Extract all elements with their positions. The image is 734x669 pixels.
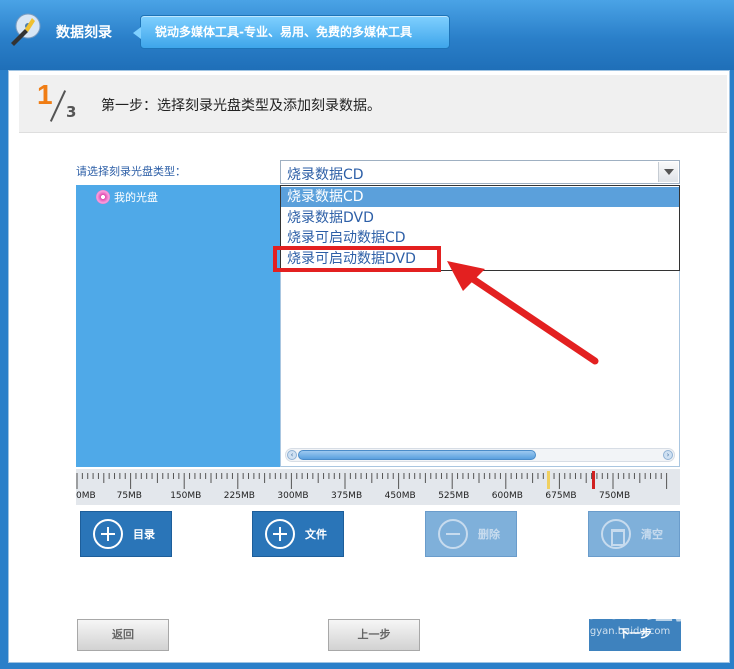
app-title: 数据刻录 <box>56 25 112 41</box>
step-current: 1 <box>37 79 53 110</box>
ruler-label: 75MB <box>116 491 142 501</box>
back-button[interactable]: 返回 <box>77 619 169 651</box>
step-header: 1 3 第一步：选择刻录光盘类型及添加刻录数据。 <box>19 75 727 133</box>
ruler-label: 375MB <box>331 491 363 501</box>
ruler-label: 300MB <box>277 491 309 501</box>
chevron-down-icon[interactable] <box>658 162 678 182</box>
red-arrow-annotation <box>447 261 599 365</box>
burn-disc-icon <box>11 13 41 46</box>
highlight-annotation-box <box>273 246 441 272</box>
title-bar: 数据刻录 锐动多媒体工具-专业、易用、免费的多媒体工具 <box>0 0 734 70</box>
ruler-label: 675MB <box>545 491 577 501</box>
capacity-marker <box>547 471 550 489</box>
plus-icon <box>265 519 295 549</box>
add-file-label: 文件 <box>305 528 327 541</box>
disc-icon <box>96 190 110 204</box>
capacity-marker <box>592 471 595 489</box>
option-bootable-cd[interactable]: 烧录可启动数据CD <box>281 228 679 248</box>
ruler-label: 450MB <box>384 491 416 501</box>
step-total: 3 <box>66 103 77 121</box>
option-data-cd[interactable]: 烧录数据CD <box>281 187 679 207</box>
tree-item-label: 我的光盘 <box>114 191 158 204</box>
add-folder-button[interactable]: 目录 <box>80 511 172 557</box>
tree-item-my-disc[interactable]: 我的光盘 <box>96 189 158 205</box>
ruler-label: 600MB <box>491 491 523 501</box>
disc-type-value: 烧录数据CD <box>287 167 364 183</box>
minus-icon <box>438 519 468 549</box>
clear-button[interactable]: 清空 <box>588 511 680 557</box>
step-description: 第一步：选择刻录光盘类型及添加刻录数据。 <box>101 98 381 114</box>
baidu-watermark: Bai du 经验 <box>560 595 699 625</box>
delete-label: 删除 <box>478 528 500 541</box>
ruler-label: 750MB <box>599 491 631 501</box>
scroll-thumb[interactable] <box>298 450 536 460</box>
baidu-watermark-url: jingyan.baidu.com <box>578 626 671 637</box>
scroll-left-icon[interactable]: ‹ <box>287 450 297 460</box>
trash-icon <box>601 519 631 549</box>
slogan-banner: 锐动多媒体工具-专业、易用、免费的多媒体工具 <box>133 15 450 49</box>
ruler-ticks <box>76 471 668 489</box>
ruler-label: 225MB <box>223 491 255 501</box>
add-folder-label: 目录 <box>133 528 155 541</box>
delete-button[interactable]: 删除 <box>425 511 517 557</box>
prev-step-button[interactable]: 上一步 <box>328 619 420 651</box>
disc-tree[interactable]: 我的光盘 <box>76 185 280 467</box>
ruler-label: 150MB <box>170 491 202 501</box>
main-panel: 1 3 第一步：选择刻录光盘类型及添加刻录数据。 请选择刻录光盘类型： 我的光盘… <box>8 70 730 663</box>
ruler-label: 0MB <box>76 491 96 501</box>
capacity-ruler: 0MB 75MB 150MB 225MB 300MB 375MB 450MB 525MB 600… <box>76 469 680 505</box>
plus-icon <box>93 519 123 549</box>
disc-type-label: 请选择刻录光盘类型： <box>76 165 186 178</box>
ruler-label: 525MB <box>438 491 470 501</box>
horizontal-scrollbar[interactable]: ‹ › <box>285 448 675 462</box>
add-file-button[interactable]: 文件 <box>252 511 344 557</box>
disc-type-select[interactable]: 烧录数据CD <box>280 160 680 184</box>
option-data-dvd[interactable]: 烧录数据DVD <box>281 208 679 228</box>
scroll-right-icon[interactable]: › <box>663 450 673 460</box>
clear-label: 清空 <box>641 528 663 541</box>
